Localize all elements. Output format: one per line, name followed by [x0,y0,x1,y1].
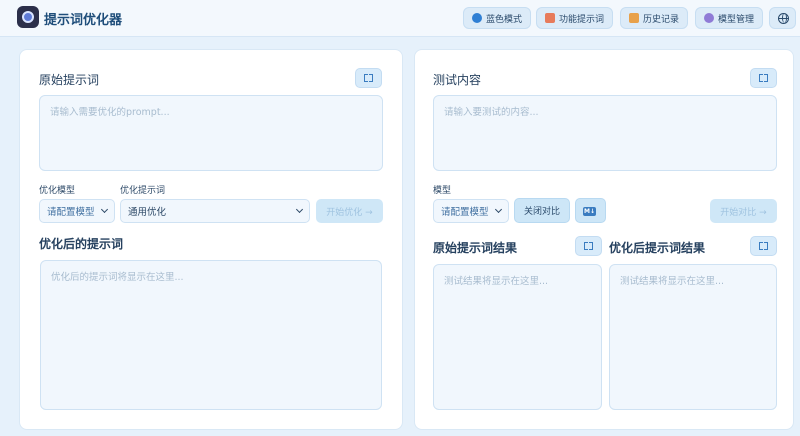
compare-toggle-button[interactable]: 关闭对比 [514,198,570,223]
test-content-title: 测试内容 [433,73,482,87]
document-icon [545,13,555,23]
templates-button[interactable]: 功能提示词 [536,7,614,29]
theme-toggle-button[interactable]: 蓝色模式 [463,7,532,29]
optimize-model-select[interactable]: 请配置模型 [39,199,115,223]
start-test-button[interactable]: 开始对比 → [710,199,777,223]
optimized-prompt-placeholder: 优化后的提示词将显示在这里... [51,272,184,283]
scroll-icon [629,13,639,23]
model-manager-label: 模型管理 [718,14,755,25]
markdown-icon: M↓ [583,207,596,216]
optimized-result-title: 优化后提示词结果 [609,241,706,255]
optimize-template-select[interactable]: 通用优化 [120,199,310,223]
theme-toggle-label: 蓝色模式 [486,14,523,25]
expand-test-button[interactable] [750,68,777,88]
start-optimize-button[interactable]: 开始优化 → [316,199,383,223]
test-model-label: 模型 [433,186,452,196]
history-button[interactable]: 历史记录 [620,7,689,29]
optimize-template-value: 通用优化 [128,207,167,218]
globe-icon [778,13,789,24]
markdown-toggle-button[interactable]: M↓ [575,198,606,223]
templates-label: 功能提示词 [559,14,605,25]
expand-original-result-button[interactable] [575,236,602,256]
original-prompt-input[interactable]: 请输入需要优化的prompt... [39,95,383,171]
optimized-result-placeholder: 测试结果将显示在这里... [620,276,725,287]
test-model-select[interactable]: 请配置模型 [433,199,509,223]
expand-optimized-result-button[interactable] [750,236,777,256]
theme-icon [472,13,482,23]
chevron-down-icon [100,205,109,214]
optimized-prompt-title: 优化后的提示词 [39,237,124,251]
model-manager-button[interactable]: 模型管理 [695,7,764,29]
original-result-placeholder: 测试结果将显示在这里... [444,276,549,287]
app-header: 提示词优化器 蓝色模式 功能提示词 历史记录 模型管理 [0,0,800,37]
test-model-value: 请配置模型 [441,207,489,218]
test-content-placeholder: 请输入要测试的内容... [444,107,539,118]
original-result-title: 原始提示词结果 [433,241,518,255]
original-result-output[interactable]: 测试结果将显示在这里... [433,264,602,410]
optimize-model-value: 请配置模型 [47,207,95,218]
chevron-down-icon [494,205,503,214]
optimized-prompt-output[interactable]: 优化后的提示词将显示在这里... [40,260,382,410]
chevron-down-icon [295,205,304,214]
expand-original-button[interactable] [355,68,382,88]
gear-icon [704,13,714,23]
app-title: 提示词优化器 [44,13,123,28]
optimize-model-label: 优化模型 [39,186,76,196]
language-button[interactable] [769,7,796,29]
test-content-input[interactable]: 请输入要测试的内容... [433,95,777,171]
optimized-result-output[interactable]: 测试结果将显示在这里... [609,264,777,410]
original-prompt-title: 原始提示词 [39,73,100,87]
history-label: 历史记录 [643,14,680,25]
app-logo-icon [17,6,39,28]
original-prompt-placeholder: 请输入需要优化的prompt... [50,107,170,118]
optimize-template-label: 优化提示词 [120,186,166,196]
